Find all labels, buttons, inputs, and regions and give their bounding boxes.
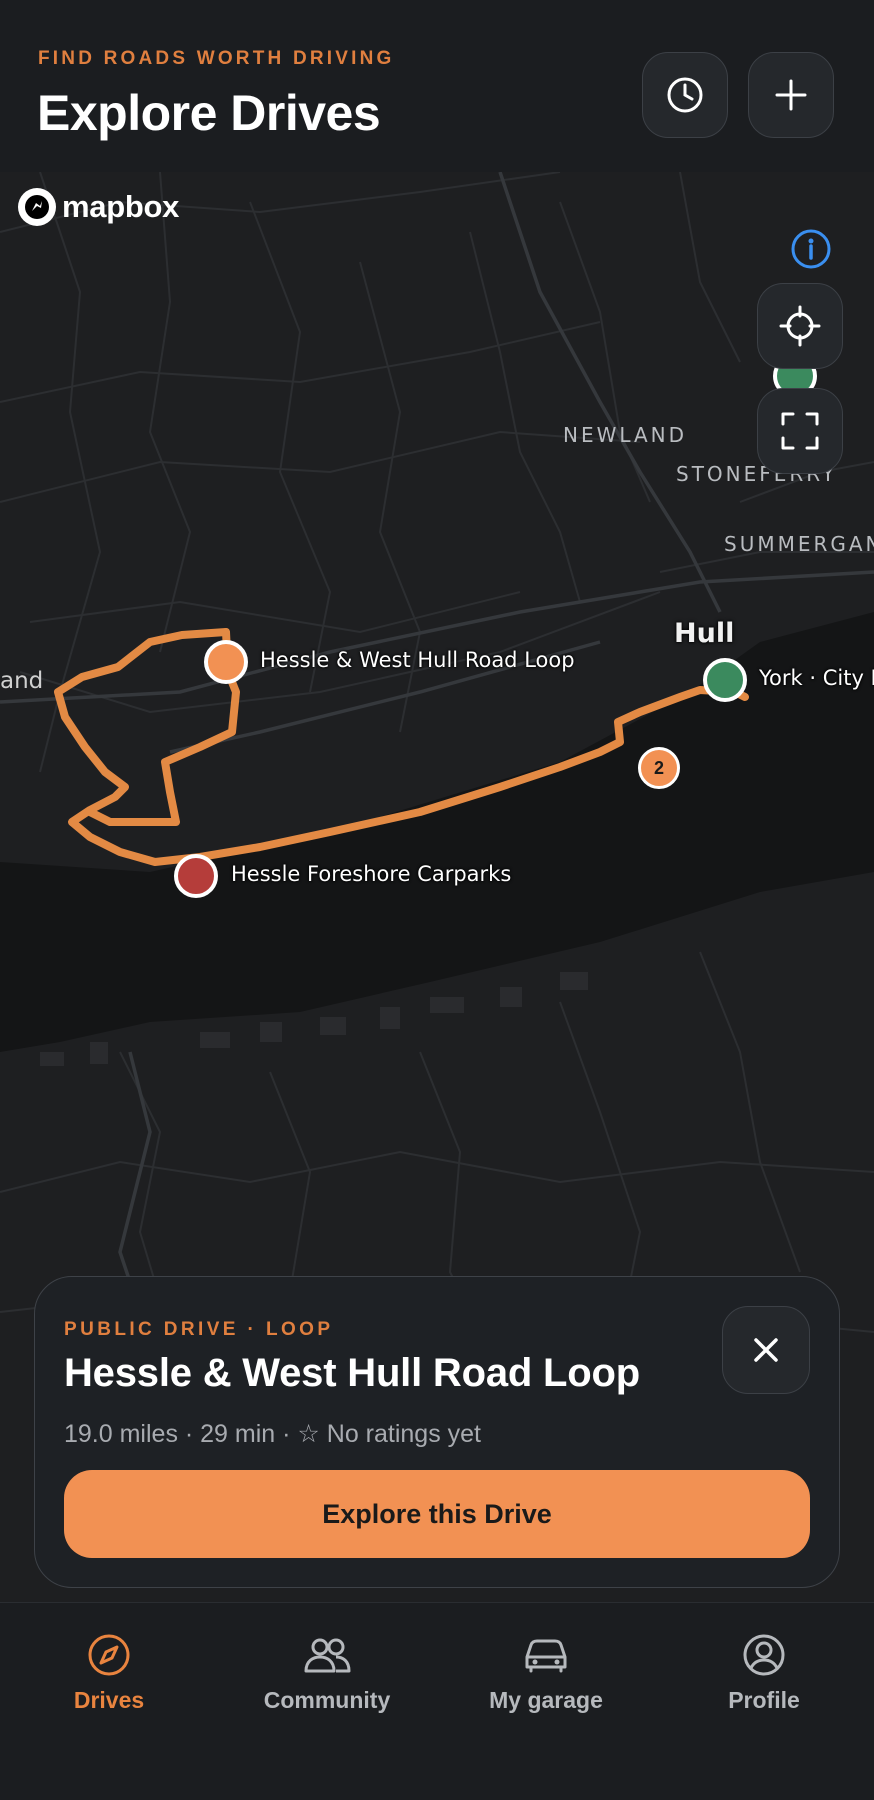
plus-icon <box>775 79 807 111</box>
tab-profile[interactable]: Profile <box>664 1633 864 1714</box>
tab-drives[interactable]: Drives <box>9 1633 209 1714</box>
header: FIND ROADS WORTH DRIVING Explore Drives <box>0 0 874 172</box>
pin-label: Hessle Foreshore Carparks <box>231 862 512 886</box>
info-icon <box>791 229 831 269</box>
drive-type-label: PUBLIC DRIVE · LOOP <box>64 1319 334 1340</box>
mapbox-wordmark: mapbox <box>62 189 180 224</box>
expand-icon <box>781 412 819 450</box>
car-icon <box>525 1639 567 1673</box>
close-card-button[interactable] <box>722 1306 810 1394</box>
user-circle-icon <box>743 1634 785 1676</box>
tab-my-garage[interactable]: My garage <box>446 1633 646 1714</box>
fullscreen-button[interactable] <box>757 388 843 474</box>
place-label: NEWLAND <box>563 423 688 447</box>
drive-card[interactable]: PUBLIC DRIVE · LOOP Hessle & West Hull R… <box>34 1276 840 1588</box>
drive-meta: 19.0 miles · 29 min · ☆ No ratings yet <box>64 1420 482 1448</box>
drive-title: Hessle & West Hull Road Loop <box>64 1351 640 1395</box>
carpark-pin[interactable] <box>174 854 218 898</box>
page-title: Explore Drives <box>37 85 381 141</box>
tab-label: My garage <box>489 1687 603 1713</box>
drive-pin[interactable] <box>204 640 248 684</box>
compass-icon <box>88 1634 130 1676</box>
city-label: Hull <box>674 618 735 649</box>
tab-label: Profile <box>728 1687 800 1713</box>
tab-bar: Drives Community My garage Profile <box>0 1602 874 1800</box>
pin-label: York · City E <box>759 666 874 690</box>
mapbox-logo-icon <box>18 188 56 226</box>
cluster-marker[interactable]: 2 <box>638 747 680 789</box>
header-eyebrow: FIND ROADS WORTH DRIVING <box>38 48 395 69</box>
crosshair-icon <box>779 305 821 347</box>
close-icon <box>754 1338 778 1362</box>
tab-label: Drives <box>73 1687 145 1713</box>
mapbox-attribution[interactable]: mapbox <box>18 188 179 226</box>
history-button[interactable] <box>642 52 728 138</box>
clock-icon <box>667 77 703 113</box>
add-button[interactable] <box>748 52 834 138</box>
map-info-button[interactable] <box>790 228 832 270</box>
tab-community[interactable]: Community <box>227 1633 427 1714</box>
drive-pin[interactable] <box>703 658 747 702</box>
place-label: SUMMERGAN <box>724 532 874 556</box>
pin-label: Hessle & West Hull Road Loop <box>260 648 575 672</box>
explore-drive-button[interactable]: Explore this Drive <box>64 1470 810 1558</box>
people-icon <box>304 1638 351 1673</box>
place-label: and <box>0 668 44 694</box>
tab-label: Community <box>263 1687 391 1713</box>
recenter-button[interactable] <box>757 283 843 369</box>
